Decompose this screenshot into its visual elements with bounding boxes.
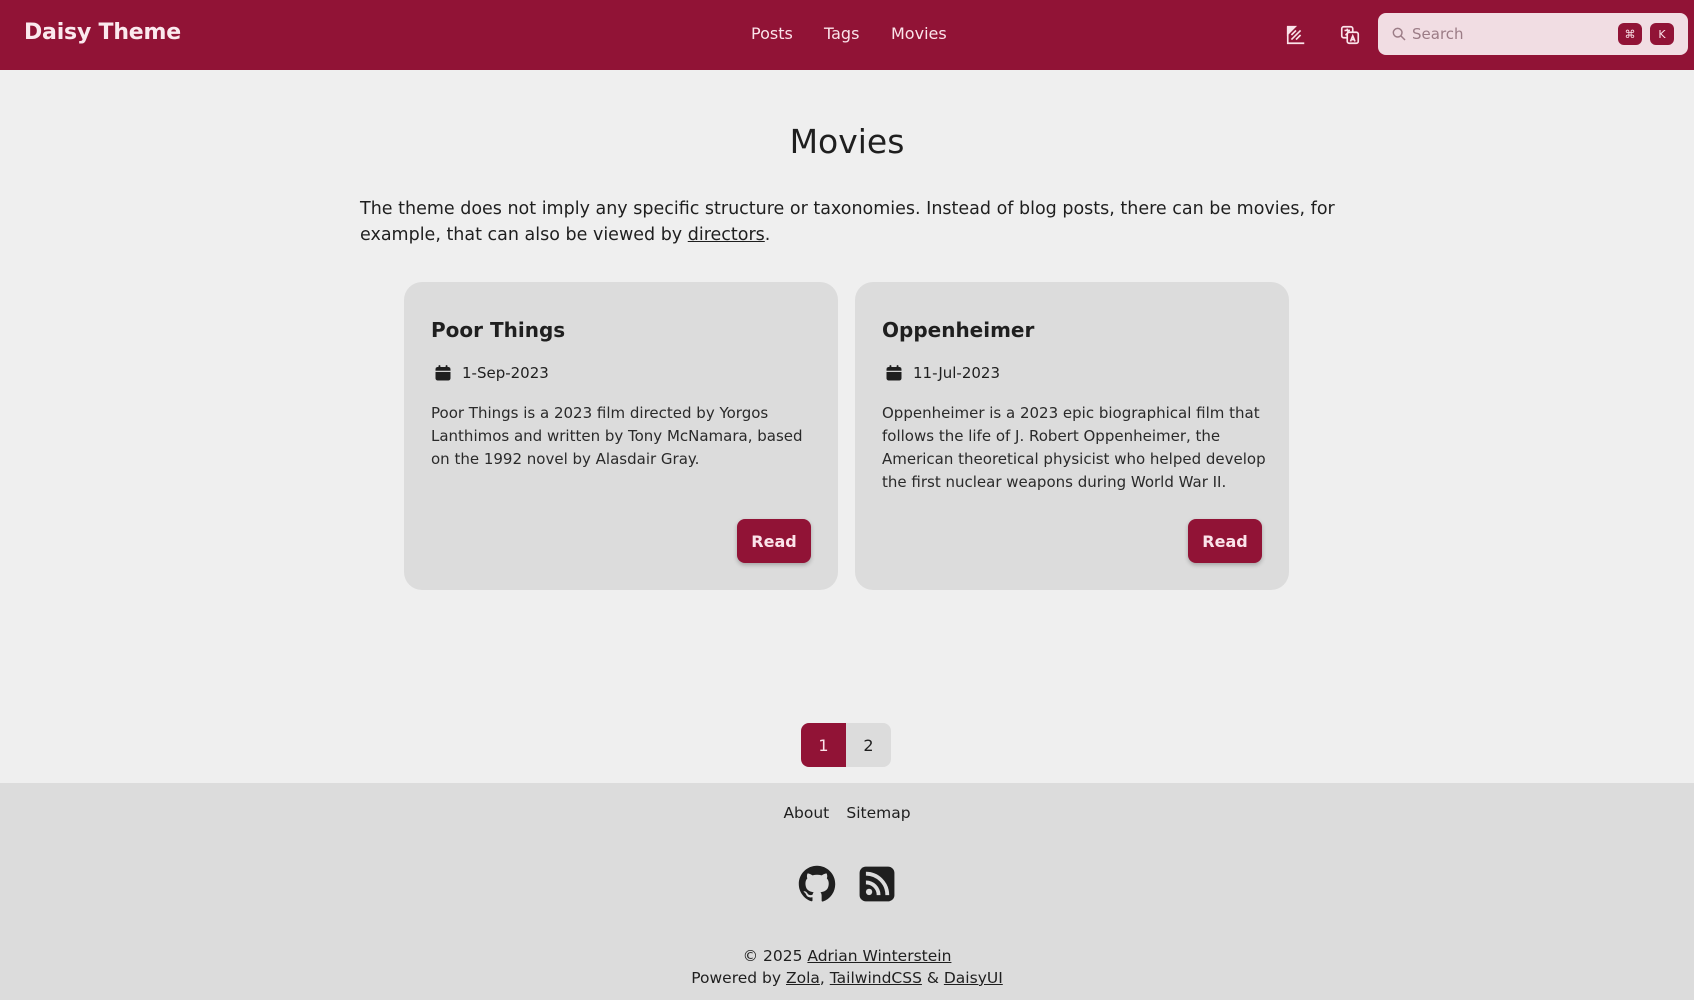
github-icon[interactable] [798,865,836,903]
search-box[interactable]: ⌘ K [1378,13,1688,55]
read-button[interactable]: Read [737,519,811,563]
card-date: 1-Sep-2023 [434,364,549,382]
intro-end: . [764,225,771,245]
card-title[interactable]: Oppenheimer [882,318,1034,342]
page-button-1[interactable]: 1 [801,723,846,767]
card-description: Poor Things is a 2023 film directed by Y… [431,404,803,468]
search-input[interactable] [1412,21,1582,47]
daisyui-link[interactable]: DaisyUI [944,969,1003,987]
navbar: Daisy Theme Posts Tags Movies ⌘ K [0,0,1694,70]
shortcut-mod-key: ⌘ [1618,23,1642,45]
card-description: Oppenheimer is a 2023 epic biographical … [882,404,1266,491]
nav-link-movies[interactable]: Movies [891,24,947,43]
shortcut-k-key: K [1650,23,1674,45]
copyright-line: © 2025 Adrian Winterstein [0,945,1694,967]
page-button-2[interactable]: 2 [846,723,891,767]
comma-separator: , [819,969,830,987]
footer-link-about[interactable]: About [783,804,829,822]
nav-link-posts[interactable]: Posts [751,24,793,43]
card-title[interactable]: Poor Things [431,318,565,342]
powered-prefix: Powered by [691,969,786,987]
card-date-text: 11-Jul-2023 [913,364,1001,382]
movie-card: Oppenheimer 11-Jul-2023 Oppenheimer is a… [855,282,1289,590]
rss-icon[interactable] [858,865,896,903]
search-icon [1392,27,1406,41]
social-links [0,865,1694,903]
calendar-icon [435,365,451,381]
footer: About Sitemap © 2025 Adrian Winterstein … [0,783,1694,1000]
card-date: 11-Jul-2023 [885,364,1000,382]
calendar-icon [886,365,902,381]
card-date-text: 1-Sep-2023 [462,364,549,382]
copyright: © 2025 Adrian Winterstein Powered by Zol… [0,945,1694,989]
directors-link[interactable]: directors [688,225,765,245]
footer-links: About Sitemap [0,803,1694,822]
zola-link[interactable]: Zola [786,969,820,987]
language-icon[interactable] [1337,22,1363,48]
author-link[interactable]: Adrian Winterstein [807,947,951,965]
ampersand-separator: & [921,969,944,987]
tailwindcss-link[interactable]: TailwindCSS [830,969,922,987]
theme-toggle-icon[interactable] [1283,22,1309,48]
footer-link-sitemap[interactable]: Sitemap [846,804,910,822]
read-button[interactable]: Read [1188,519,1262,563]
pagination: 1 2 [801,723,891,767]
nav-link-tags[interactable]: Tags [824,24,859,43]
intro-paragraph: The theme does not imply any specific st… [360,196,1340,248]
intro-text: The theme does not imply any specific st… [360,199,1335,245]
page-title: Movies [789,122,905,161]
movie-card: Poor Things 1-Sep-2023 Poor Things is a … [404,282,838,590]
copyright-prefix: © 2025 [742,947,808,965]
powered-by-line: Powered by Zola, TailwindCSS & DaisyUI [0,967,1694,989]
